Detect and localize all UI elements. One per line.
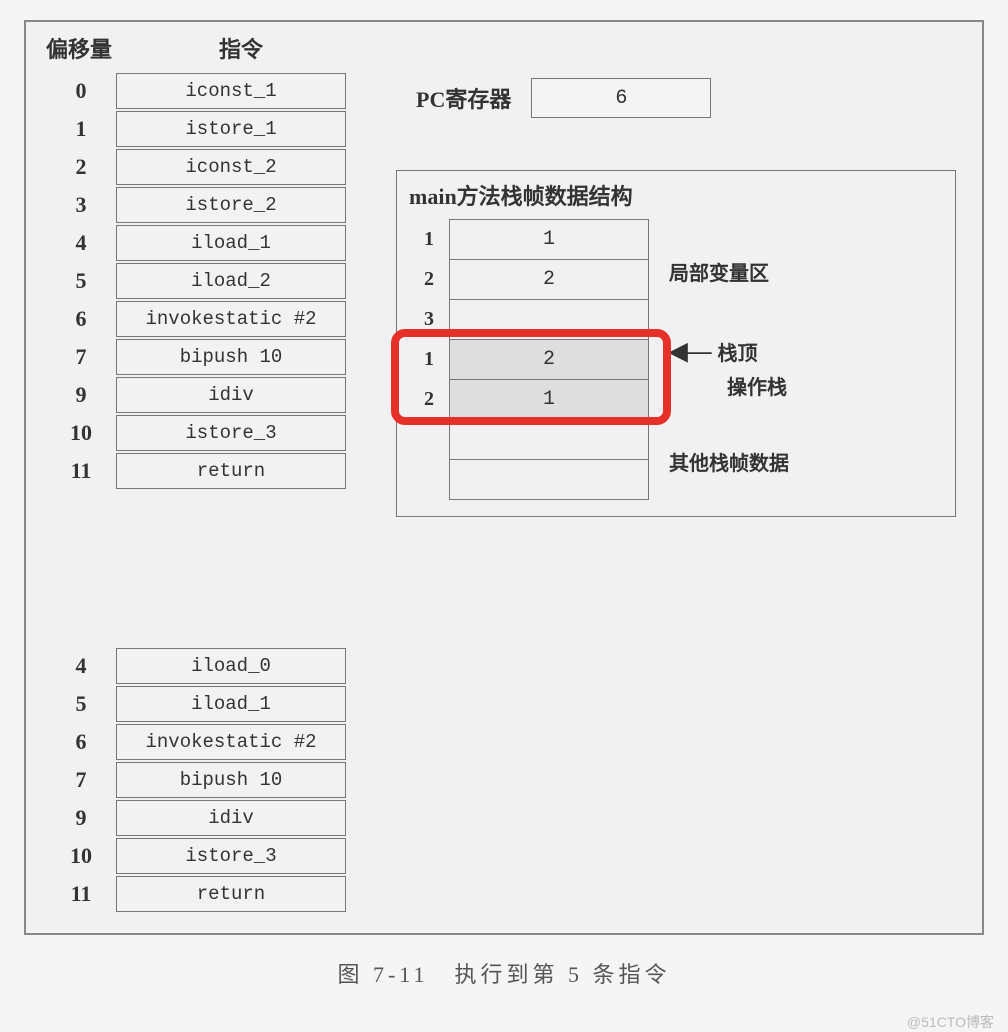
pc-register-label: PC寄存器 [416, 82, 511, 114]
diagram-frame: 偏移量 指令 0iconst_11istore_12iconst_23istor… [24, 20, 984, 935]
instruction-row: 3istore_2 [46, 186, 386, 224]
instruction-cell: istore_1 [116, 111, 346, 147]
instruction-list-bottom-wrapper: 4iload_05iload_16invokestatic #27bipush … [46, 647, 962, 913]
slot-index [409, 419, 449, 459]
instruction-row: 11return [46, 452, 386, 490]
instruction-offset: 11 [46, 881, 116, 907]
instruction-row: 7bipush 10 [46, 338, 386, 376]
instruction-offset: 7 [46, 344, 116, 370]
pc-register-row: PC寄存器 6 [416, 78, 962, 118]
instruction-offset: 4 [46, 653, 116, 679]
instruction-offset: 2 [46, 154, 116, 180]
instruction-cell: invokestatic #2 [116, 301, 346, 337]
instruction-row: 11return [46, 875, 386, 913]
label-other: 其他栈帧数据 [669, 447, 789, 476]
stack-frame-body: 12312 1221 局部变量区 ◀— 栈顶 操作栈 其他栈帧数据 [409, 219, 943, 500]
instruction-row: 2iconst_2 [46, 148, 386, 186]
instruction-row: 5iload_2 [46, 262, 386, 300]
slot-value [450, 460, 648, 500]
instruction-list-bottom: 4iload_05iload_16invokestatic #27bipush … [46, 647, 386, 913]
instruction-offset: 9 [46, 382, 116, 408]
watermark: @51CTO博客 [907, 1012, 994, 1032]
instruction-cell: iconst_2 [116, 149, 346, 185]
instruction-row: 9idiv [46, 799, 386, 837]
instruction-cell: idiv [116, 377, 346, 413]
label-opstack: 操作栈 [727, 371, 787, 400]
instruction-cell: iload_0 [116, 648, 346, 684]
slot-value: 2 [450, 260, 648, 300]
instruction-offset: 6 [46, 729, 116, 755]
instruction-offset: 5 [46, 268, 116, 294]
slot-column: 1221 [449, 219, 649, 500]
header-offset: 偏移量 [46, 32, 141, 64]
slot-index: 1 [409, 339, 449, 379]
instruction-cell: iload_1 [116, 686, 346, 722]
slot-value: 1 [450, 380, 648, 420]
instruction-offset: 10 [46, 843, 116, 869]
instruction-row: 5iload_1 [46, 685, 386, 723]
instruction-list-top: 0iconst_11istore_12iconst_23istore_24ilo… [46, 72, 386, 490]
slot-index: 3 [409, 299, 449, 339]
upper-zone: 0iconst_11istore_12iconst_23istore_24ilo… [46, 72, 962, 517]
stack-frame-title: main方法栈帧数据结构 [409, 179, 943, 211]
instruction-offset: 4 [46, 230, 116, 256]
column-headers: 偏移量 指令 [46, 32, 962, 64]
instruction-row: 6invokestatic #2 [46, 300, 386, 338]
pc-register-value: 6 [531, 78, 711, 118]
instruction-offset: 0 [46, 78, 116, 104]
instruction-offset: 10 [46, 420, 116, 446]
instruction-cell: iconst_1 [116, 73, 346, 109]
instruction-cell: istore_2 [116, 187, 346, 223]
slot-value [450, 420, 648, 460]
label-locals: 局部变量区 [669, 257, 769, 286]
slot-value: 2 [450, 340, 648, 380]
slot-index [409, 459, 449, 499]
instruction-offset: 1 [46, 116, 116, 142]
instruction-offset: 7 [46, 767, 116, 793]
figure-caption: 图 7-11 执行到第 5 条指令 [20, 957, 988, 989]
instruction-row: 10istore_3 [46, 414, 386, 452]
instruction-offset: 3 [46, 192, 116, 218]
instruction-offset: 9 [46, 805, 116, 831]
instruction-cell: return [116, 876, 346, 912]
instruction-cell: bipush 10 [116, 339, 346, 375]
right-panel: PC寄存器 6 main方法栈帧数据结构 12312 1221 局部变量区 ◀—… [386, 72, 962, 517]
slot-index: 1 [409, 219, 449, 259]
instruction-offset: 11 [46, 458, 116, 484]
stack-frame-box: main方法栈帧数据结构 12312 1221 局部变量区 ◀— 栈顶 操作栈 … [396, 170, 956, 517]
instruction-offset: 5 [46, 691, 116, 717]
instruction-cell: invokestatic #2 [116, 724, 346, 760]
instruction-row: 1istore_1 [46, 110, 386, 148]
instruction-cell: istore_3 [116, 415, 346, 451]
instruction-cell: iload_2 [116, 263, 346, 299]
instruction-row: 0iconst_1 [46, 72, 386, 110]
instruction-row: 4iload_0 [46, 647, 386, 685]
instruction-cell: istore_3 [116, 838, 346, 874]
header-instruction: 指令 [141, 32, 341, 64]
slot-index: 2 [409, 379, 449, 419]
instruction-cell: iload_1 [116, 225, 346, 261]
index-column: 12312 [409, 219, 449, 500]
instruction-row: 7bipush 10 [46, 761, 386, 799]
instruction-row: 6invokestatic #2 [46, 723, 386, 761]
instruction-cell: return [116, 453, 346, 489]
instruction-row: 9idiv [46, 376, 386, 414]
instruction-row: 4iload_1 [46, 224, 386, 262]
label-stacktop: ◀— 栈顶 [669, 337, 757, 366]
slot-index: 2 [409, 259, 449, 299]
slot-value: 1 [450, 220, 648, 260]
slot-value [450, 300, 648, 340]
instruction-cell: bipush 10 [116, 762, 346, 798]
instruction-cell: idiv [116, 800, 346, 836]
side-labels: 局部变量区 ◀— 栈顶 操作栈 其他栈帧数据 [669, 219, 889, 500]
arrow-left-icon: ◀— [669, 337, 711, 366]
instruction-row: 10istore_3 [46, 837, 386, 875]
label-stacktop-text: 栈顶 [717, 337, 757, 366]
instruction-offset: 6 [46, 306, 116, 332]
